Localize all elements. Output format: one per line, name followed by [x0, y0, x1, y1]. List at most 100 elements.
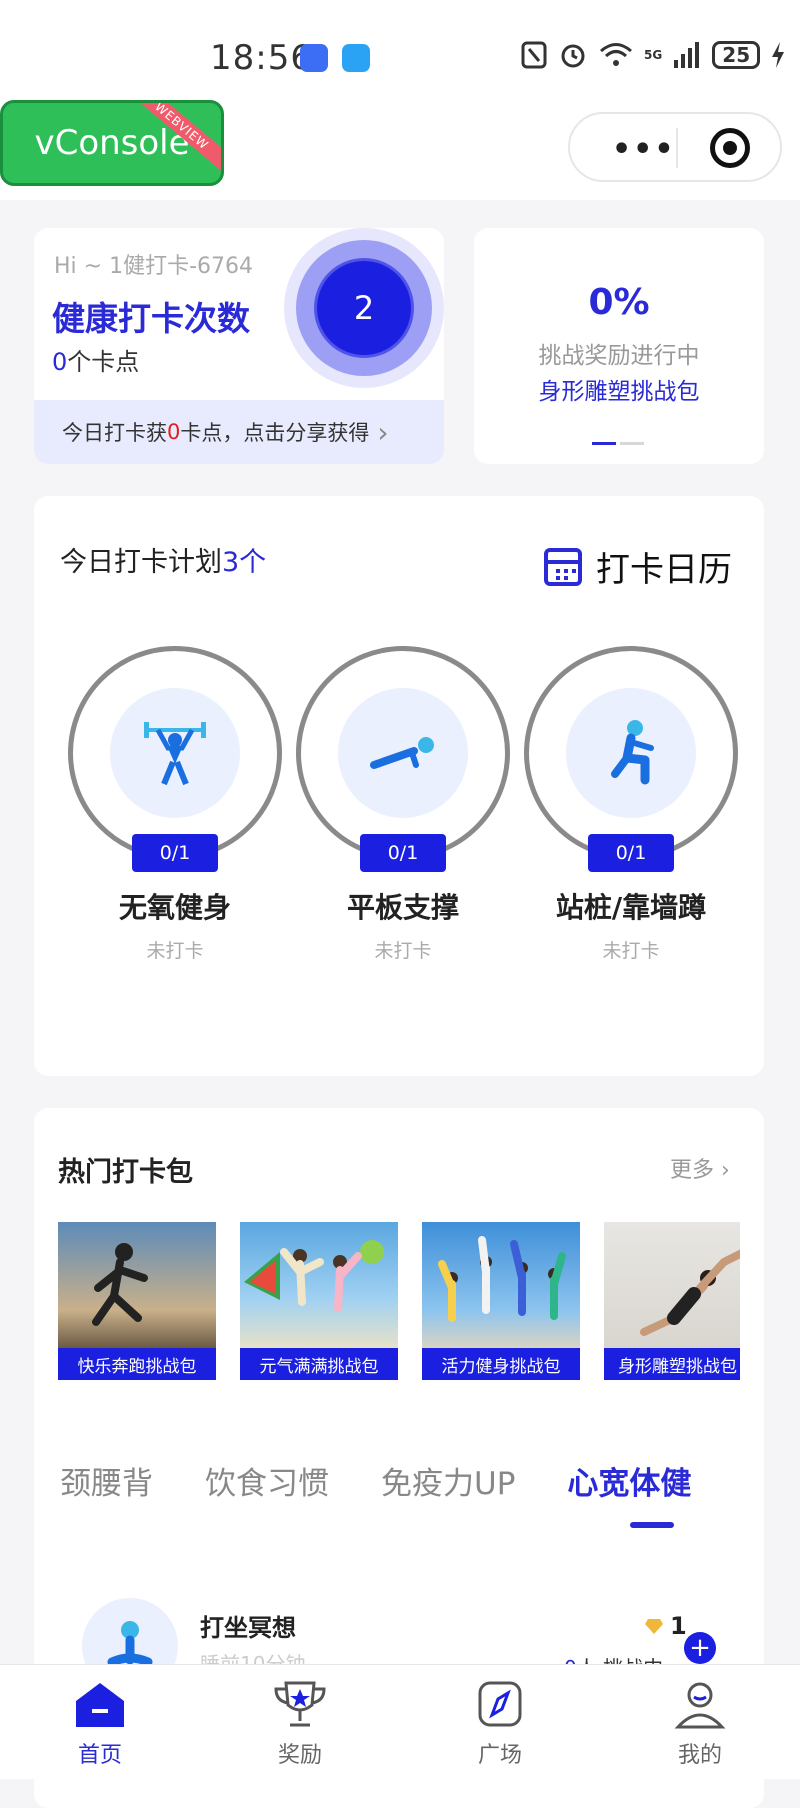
tab-profile[interactable]: 我的: [640, 1679, 760, 1769]
close-target-icon[interactable]: [710, 128, 750, 168]
pack-card[interactable]: 活力健身挑战包: [422, 1222, 580, 1380]
challenge-status: 挑战奖励进行中: [538, 343, 700, 369]
pack-label: 活力健身挑战包: [422, 1348, 580, 1380]
share-prefix: 今日打卡获: [62, 421, 167, 445]
points-text: 0个卡点: [52, 342, 139, 377]
runner-silhouette: [92, 1243, 148, 1326]
nfc-icon: [521, 41, 547, 69]
tab-plaza[interactable]: 广场: [440, 1679, 560, 1769]
alarm-icon: [561, 44, 585, 68]
pack-item-rating: 1: [644, 1612, 687, 1640]
exercise-progress-badge: 0/1: [132, 834, 218, 872]
carousel-indicator: [592, 442, 644, 445]
exercise-status: 未打卡: [374, 940, 432, 962]
share-suffix: 卡点，点击分享获得: [180, 421, 370, 445]
exercise-progress-badge: 0/1: [360, 834, 446, 872]
checkin-count-badge: 2: [314, 258, 414, 358]
calendar-label: 打卡日历: [596, 550, 732, 590]
status-time: 18:56: [210, 38, 313, 78]
home-icon: [72, 1679, 128, 1731]
pack-label: 身形雕塑挑战包: [604, 1348, 740, 1380]
exercise-name: 平板支撑: [346, 891, 459, 924]
tab-label: 奖励: [277, 1743, 322, 1768]
chevron-right-icon: ›: [721, 1158, 730, 1183]
wall-squat-icon: [611, 720, 654, 785]
tab-label: 首页: [77, 1743, 122, 1768]
message-notification-icon: [342, 44, 370, 72]
plan-title: 今日打卡计划3个: [60, 540, 266, 579]
group-cheering-illustration: [438, 1236, 566, 1322]
compass-icon: [472, 1679, 528, 1731]
tab-immunity-up[interactable]: 免疫力UP: [381, 1458, 515, 1503]
yoga-stretch-illustration: [640, 1249, 740, 1336]
category-tabs: 颈腰背 饮食习惯 免疫力UP 心宽体健: [60, 1458, 691, 1503]
points-value: 0: [52, 348, 68, 376]
checkin-calendar-button[interactable]: 打卡日历: [544, 542, 732, 591]
more-link[interactable]: 更多 ›: [670, 1152, 730, 1184]
calendar-icon: [544, 547, 582, 586]
daily-plan-card: 今日打卡计划3个 打卡日历 0/1 无氧健身 未打卡 0/1 平板支撑 未打卡 …: [34, 496, 764, 1076]
pack-card[interactable]: 快乐奔跑挑战包: [58, 1222, 216, 1380]
exercise-icon-bg: [566, 688, 696, 818]
pack-label: 快乐奔跑挑战包: [58, 1348, 216, 1380]
pack-image: [422, 1222, 580, 1348]
tab-rewards[interactable]: 奖励: [240, 1679, 360, 1769]
exercise-item[interactable]: 0/1 平板支撑 未打卡: [296, 646, 510, 962]
exercise-status: 未打卡: [602, 940, 660, 962]
user-greeting: Hi ~ 1健打卡-6764: [54, 254, 253, 279]
pack-item-name: 打坐冥想: [200, 1614, 296, 1642]
plank-icon: [370, 737, 434, 769]
tab-home[interactable]: 首页: [40, 1679, 160, 1769]
status-icons: 5G 25: [520, 40, 786, 70]
tab-label: 我的: [677, 1743, 722, 1768]
pack-image: [240, 1222, 398, 1348]
pack-card[interactable]: 元气满满挑战包: [240, 1222, 398, 1380]
diamond-icon: [645, 1619, 663, 1634]
plan-count: 3个: [222, 547, 267, 578]
capsule-divider: [676, 128, 678, 168]
capsule-menu: •••: [568, 112, 782, 182]
tab-mind-body[interactable]: 心宽体健: [567, 1458, 691, 1503]
tab-label: 广场: [477, 1743, 522, 1768]
checkin-summary-card: Hi ~ 1健打卡-6764 健康打卡次数 0个卡点 2 今日打卡获 0 卡点，点击…: [34, 228, 444, 464]
challenge-progress-card[interactable]: 0% 挑战奖励进行中 身形雕塑挑战包: [474, 228, 764, 464]
exercise-progress-badge: 0/1: [588, 834, 674, 872]
vconsole-button[interactable]: vConsole WEBVIEW: [0, 100, 224, 186]
trophy-icon: [272, 1679, 328, 1731]
network-type: 5G: [644, 48, 663, 62]
indicator-dot: [620, 442, 644, 445]
share-bar[interactable]: 今日打卡获 0 卡点，点击分享获得 ›: [34, 400, 444, 464]
checkin-count-title: 健康打卡次数: [52, 299, 250, 338]
more-label: 更多: [670, 1158, 715, 1183]
indicator-dot-active: [592, 442, 616, 445]
exercise-icon-bg: [338, 688, 468, 818]
plan-title-text: 今日打卡计划: [60, 547, 222, 578]
tab-diet-habits[interactable]: 饮食习惯: [205, 1458, 329, 1503]
active-tab-indicator: [630, 1522, 674, 1528]
add-pack-button[interactable]: +: [684, 1632, 716, 1664]
challenge-percent: 0%: [588, 282, 650, 323]
bottom-tab-bar: 首页 奖励 广场 我的: [0, 1664, 800, 1779]
share-value: 0: [167, 420, 181, 444]
exercise-status: 未打卡: [146, 940, 204, 962]
battery-indicator: 25: [712, 41, 761, 69]
app-notification-icon: [300, 44, 328, 72]
pack-image: [58, 1222, 216, 1348]
more-menu-icon[interactable]: •••: [612, 132, 676, 167]
exercise-name: 站桩/靠墙蹲: [555, 891, 707, 924]
exercise-item[interactable]: 0/1 站桩/靠墙蹲 未打卡: [524, 646, 738, 962]
charging-icon: [772, 42, 785, 68]
profile-icon: [672, 1679, 728, 1731]
vconsole-label: vConsole: [34, 123, 190, 163]
challenge-name: 身形雕塑挑战包: [538, 379, 700, 405]
weightlifting-icon: [144, 722, 206, 786]
exercise-item[interactable]: 0/1 无氧健身 未打卡: [68, 646, 282, 962]
signal-icon: [674, 42, 700, 68]
tab-neck-back[interactable]: 颈腰背: [60, 1458, 153, 1503]
chevron-right-icon: ›: [377, 415, 389, 449]
pack-card[interactable]: 身形雕塑挑战包: [604, 1222, 740, 1380]
pack-label: 元气满满挑战包: [240, 1348, 398, 1380]
points-unit: 个卡点: [67, 348, 140, 376]
exercise-icon-bg: [110, 688, 240, 818]
hot-packs-title: 热门打卡包: [58, 1157, 193, 1188]
